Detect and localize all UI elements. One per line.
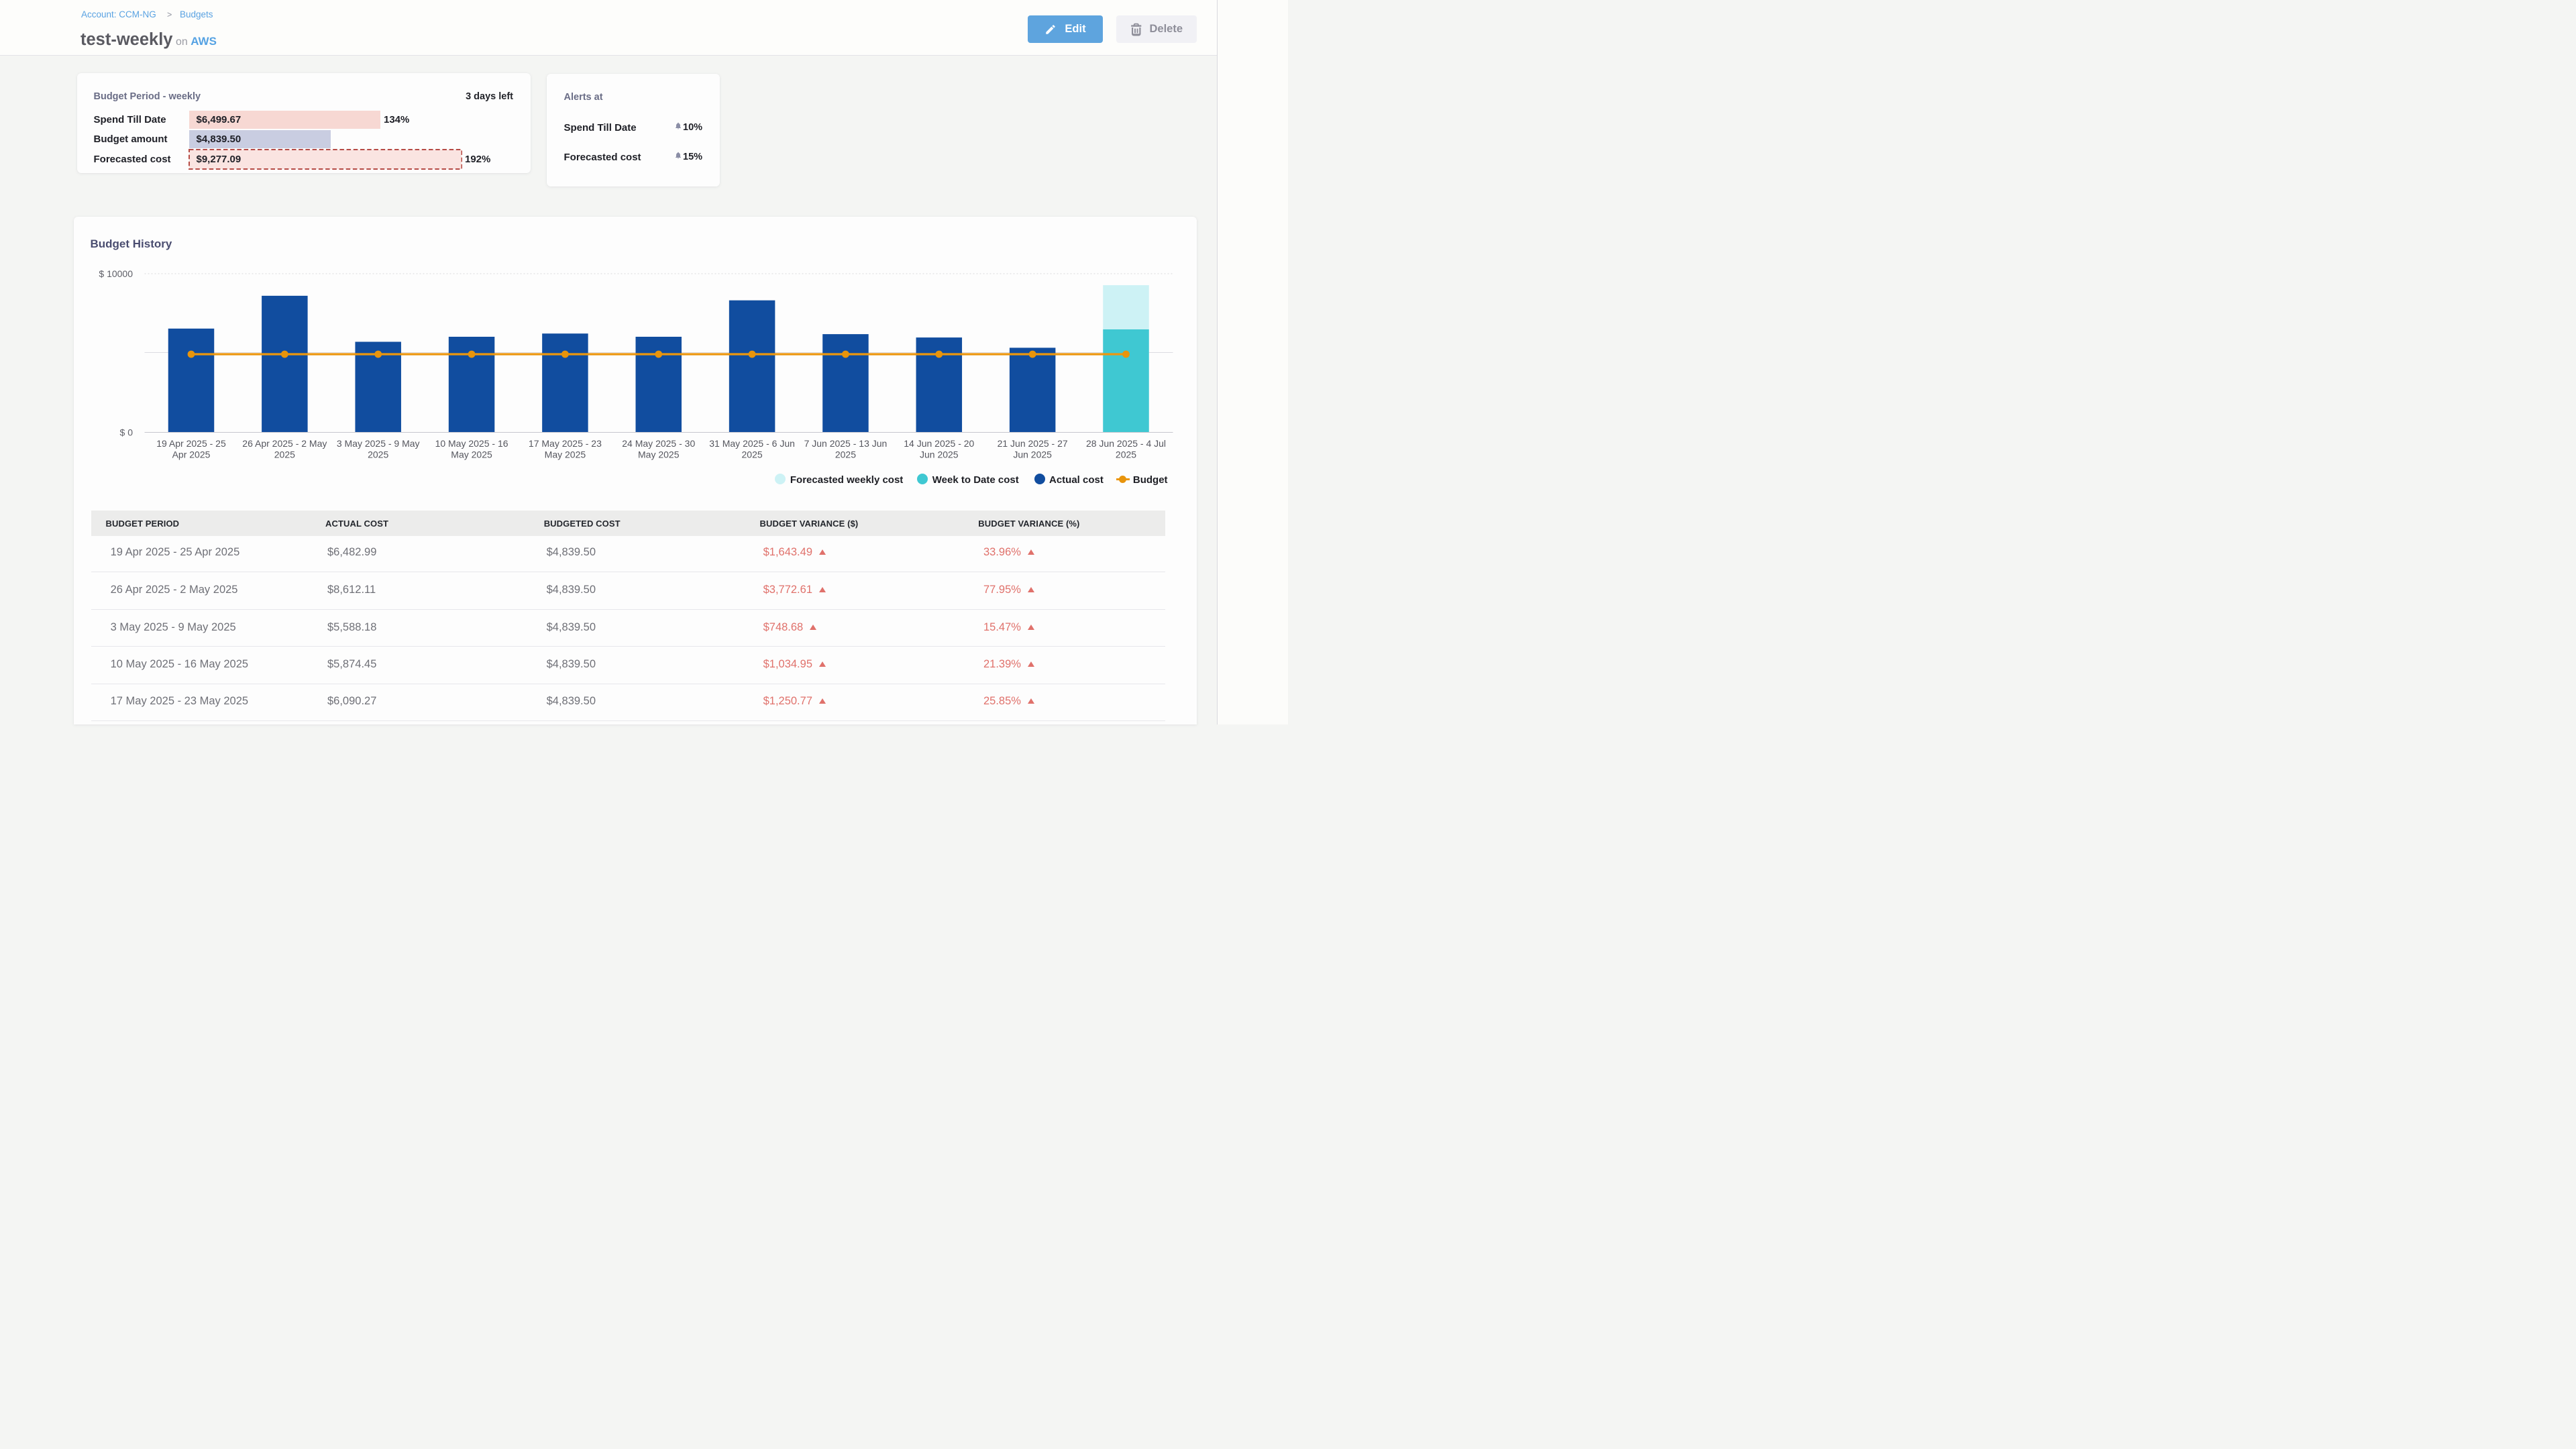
svg-text:26 Apr 2025 - 2 May2025: 26 Apr 2025 - 2 May2025 [242,438,327,460]
svg-text:10 May 2025 - 16May 2025: 10 May 2025 - 16May 2025 [435,438,508,460]
svg-text:14 Jun 2025 - 20Jun 2025: 14 Jun 2025 - 20Jun 2025 [904,438,974,460]
svg-text:$ 10000: $ 10000 [99,268,133,279]
svg-text:21 Jun 2025 - 27Jun 2025: 21 Jun 2025 - 27Jun 2025 [997,438,1067,460]
svg-text:31 May 2025 - 6 Jun2025: 31 May 2025 - 6 Jun2025 [709,438,795,460]
svg-text:$ 0: $ 0 [119,427,133,437]
svg-text:28 Jun 2025 - 4 Jul2025: 28 Jun 2025 - 4 Jul2025 [1085,438,1165,460]
svg-text:19 Apr 2025 - 25Apr 2025: 19 Apr 2025 - 25Apr 2025 [156,438,226,460]
svg-text:24 May 2025 - 30May 2025: 24 May 2025 - 30May 2025 [622,438,695,460]
svg-text:3 May 2025 - 9 May2025: 3 May 2025 - 9 May2025 [336,438,419,460]
svg-text:7 Jun 2025 - 13 Jun2025: 7 Jun 2025 - 13 Jun2025 [804,438,887,460]
svg-text:17 May 2025 - 23May 2025: 17 May 2025 - 23May 2025 [528,438,601,460]
